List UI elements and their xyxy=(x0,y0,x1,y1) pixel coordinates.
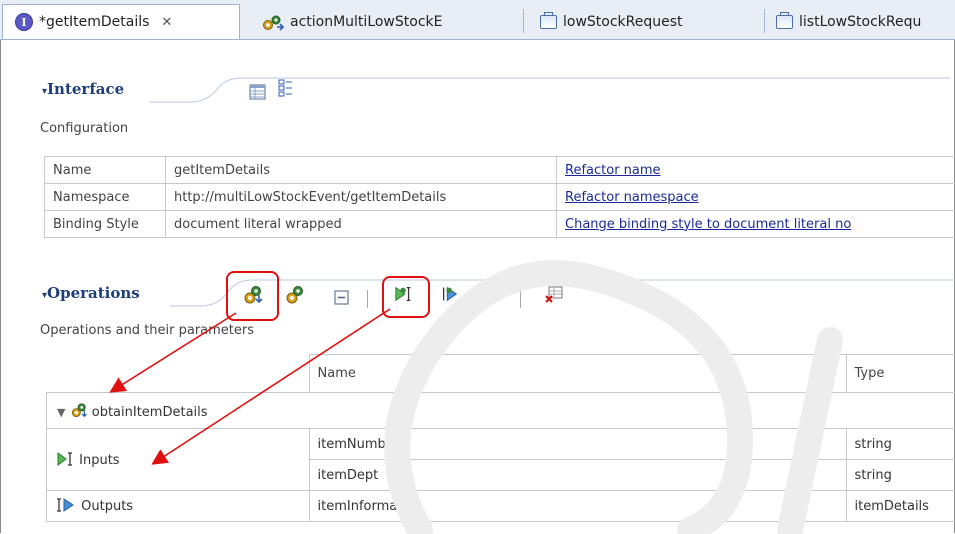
annotation-arrows xyxy=(109,308,391,465)
